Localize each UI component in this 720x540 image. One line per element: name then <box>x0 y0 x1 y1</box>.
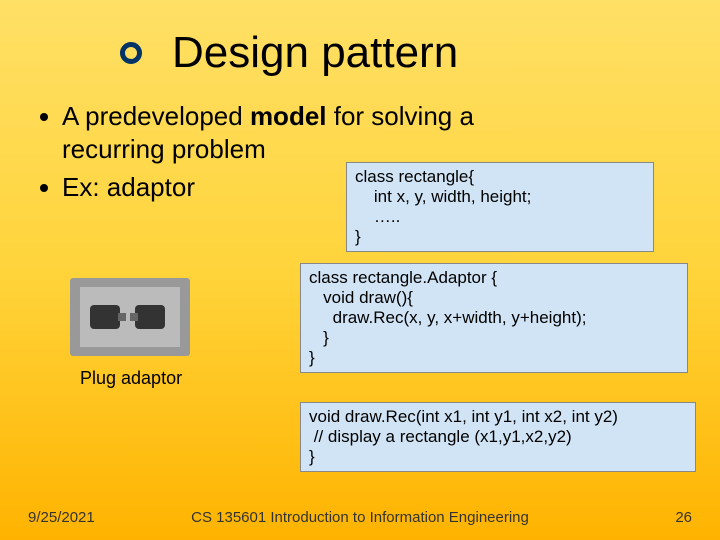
bullet-dot-icon <box>40 113 48 121</box>
plug-caption: Plug adaptor <box>80 368 182 389</box>
title-bullet-icon <box>120 42 142 64</box>
code-adaptor-class: class rectangle.Adaptor { void draw(){ d… <box>300 263 688 373</box>
footer-page: 26 <box>675 509 692 526</box>
plug-adaptor-image <box>70 278 190 356</box>
slide-title: Design pattern <box>172 28 458 78</box>
bullet-1: A predeveloped model for solving a recur… <box>62 100 474 165</box>
bullet-1-line2: recurring problem <box>62 134 266 164</box>
code-drawrec: void draw.Rec(int x1, int y1, int x2, in… <box>300 402 696 472</box>
bullet-1-model: model <box>250 101 327 131</box>
bullet-2: Ex: adaptor <box>62 171 195 204</box>
bullet-dot-icon <box>40 184 48 192</box>
bullet-1-text-a: A predeveloped <box>62 101 250 131</box>
bullet-1-text-b: for solving a <box>327 101 474 131</box>
footer-date: 9/25/2021 <box>28 509 95 526</box>
footer-course: CS 135601 Introduction to Information En… <box>191 509 529 526</box>
code-rectangle-class: class rectangle{ int x, y, width, height… <box>346 162 654 252</box>
